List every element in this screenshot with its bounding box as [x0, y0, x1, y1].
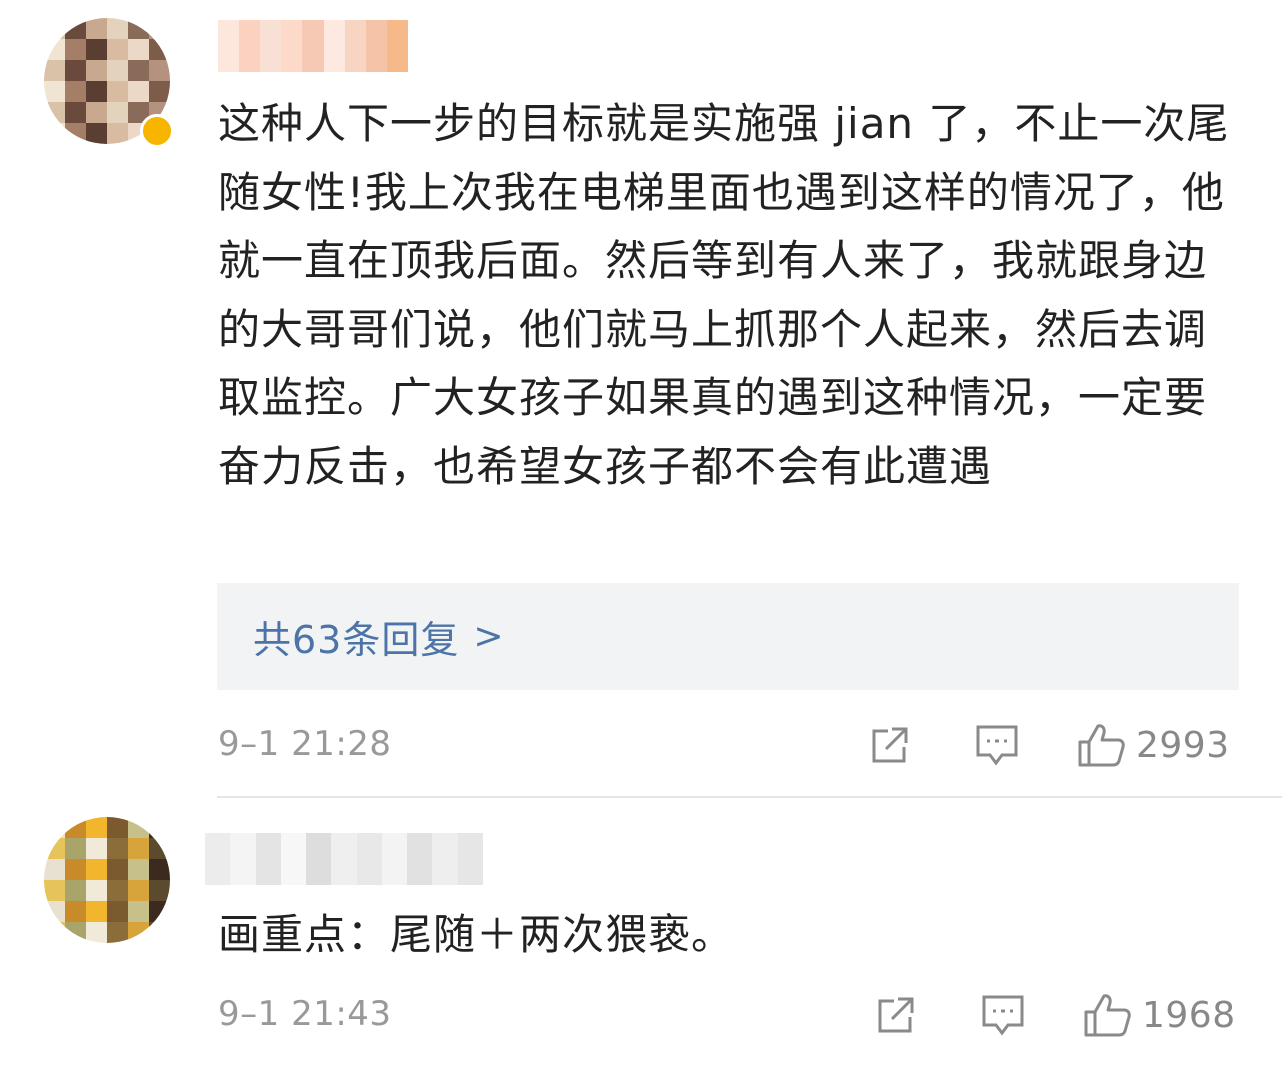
verified-badge-icon [140, 114, 174, 148]
reply-button[interactable] [980, 990, 1026, 1040]
share-icon [878, 997, 914, 1033]
comment-item: 画重点：尾随＋两次猥亵。 9–1 21:43 1968 [0, 797, 1282, 1076]
comment-item: 这种人下一步的目标就是实施强 jian 了，不止一次尾随女性!我上次我在电梯里面… [0, 0, 1282, 796]
view-replies-button[interactable]: 共63条回复 > [217, 583, 1239, 690]
thumbs-up-icon [1084, 994, 1131, 1037]
comment-time: 9–1 21:43 [218, 994, 392, 1034]
replies-count-label: 共63条回复 [253, 618, 460, 662]
comment-icon [976, 725, 1018, 766]
share-button[interactable] [874, 990, 918, 1040]
like-button[interactable]: 1968 [1082, 990, 1236, 1040]
like-count: 2993 [1136, 724, 1230, 766]
chevron-right-icon: > [473, 616, 504, 657]
like-button[interactable]: 2993 [1076, 720, 1230, 770]
share-button[interactable] [868, 720, 912, 770]
comment-meta: 9–1 21:43 1968 [218, 990, 1238, 1040]
comment-text: 这种人下一步的目标就是实施强 jian 了，不止一次尾随女性!我上次我在电梯里面… [218, 99, 1230, 491]
comment-time: 9–1 21:28 [218, 724, 392, 764]
like-count: 1968 [1142, 994, 1236, 1036]
reply-button[interactable] [974, 720, 1020, 770]
comment-meta: 9–1 21:28 2993 [218, 720, 1238, 770]
avatar[interactable] [44, 817, 170, 943]
username-blurred[interactable] [205, 833, 483, 885]
share-icon [872, 727, 908, 763]
comment-icon [982, 995, 1024, 1036]
username-blurred[interactable] [218, 20, 408, 72]
comment-text: 画重点：尾随＋两次猥亵。 [218, 910, 735, 959]
thumbs-up-icon [1078, 724, 1125, 767]
